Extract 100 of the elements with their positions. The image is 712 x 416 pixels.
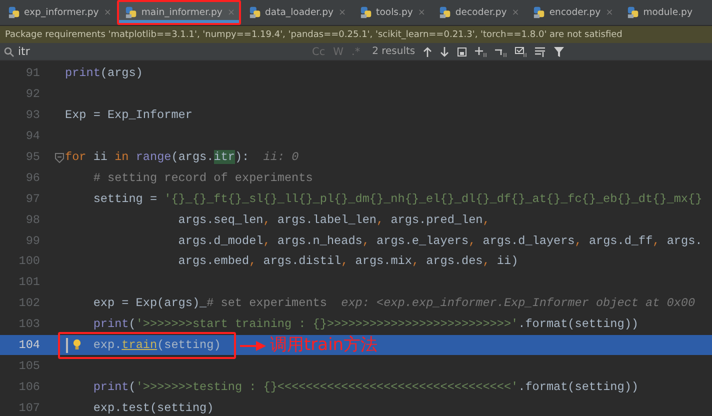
code-token: '>>>>>>>start training : {}>>>>>>>>>>>>>>>>>>>>>>>>>>'	[136, 317, 518, 332]
code-token: args.e_layers	[376, 234, 469, 248]
code-token: args.d_model	[178, 234, 264, 248]
code-token: in	[114, 150, 130, 164]
line-number: 107	[18, 400, 40, 415]
close-icon[interactable]: ×	[606, 8, 614, 18]
code-token: args.embed	[178, 254, 250, 268]
select-all-icon[interactable]	[457, 46, 468, 56]
code-token: ,	[468, 234, 477, 248]
code-token: '>>>>>>>testing : {}<<<<<<<<<<<<<<<<<<<<<<<<<<<<<<<<<'	[136, 380, 518, 394]
line-number: 106	[18, 380, 40, 394]
file-tab[interactable]: module.py	[619, 0, 698, 25]
code-token: train	[122, 338, 158, 352]
search-option[interactable]: .*	[352, 46, 360, 58]
lines-icon[interactable]	[535, 46, 546, 56]
down-arrow-icon[interactable]	[440, 46, 450, 56]
line-number: 98	[24, 212, 40, 227]
add-occurrence-icon[interactable]	[475, 46, 488, 56]
line-number: 103	[18, 317, 40, 332]
code-token: exp.test(setting)	[93, 400, 214, 415]
code-token: args.label_len	[277, 212, 377, 227]
code-token: args.d_layers	[482, 234, 575, 248]
code-token: args.	[666, 234, 702, 248]
search-field[interactable]: itr	[4, 45, 304, 58]
code-token: ,	[263, 234, 272, 248]
code-token: ,	[652, 234, 661, 248]
code-token: ,	[482, 212, 490, 227]
code-token: ,	[376, 212, 385, 227]
line-number: 94	[24, 129, 40, 144]
python-file-icon	[360, 6, 374, 19]
lightbulb-icon[interactable]	[73, 338, 81, 351]
code-token: ii)	[496, 254, 518, 268]
code-token: ,	[482, 254, 491, 268]
code-token: (	[128, 380, 136, 394]
code-token: ii	[93, 150, 108, 164]
code-token: args.seq_len	[178, 212, 264, 227]
code-token: range	[136, 150, 172, 164]
line-number: 91	[24, 66, 40, 80]
annotation-text: 调用train方法	[270, 334, 378, 356]
close-icon[interactable]: ×	[104, 8, 112, 18]
code-token: ,	[362, 234, 370, 248]
code-token: ,	[263, 212, 272, 227]
code-token: ,	[341, 254, 350, 268]
code-token: .format(setting))	[518, 380, 638, 394]
line-number: 95	[24, 150, 40, 164]
code-token: args.n_heads	[277, 234, 362, 248]
code-token: print	[93, 380, 129, 394]
code-token: print	[65, 66, 100, 80]
code-token: (args)	[100, 66, 143, 80]
close-icon[interactable]: ×	[338, 8, 346, 18]
annotation-arrow	[240, 340, 266, 351]
code-token: .format(setting))	[518, 317, 638, 332]
python-file-icon	[8, 6, 21, 19]
code-token: args.mix	[355, 254, 412, 268]
code-token: (	[128, 317, 136, 332]
code-token: setting =	[93, 192, 158, 206]
code-token: (args.	[171, 150, 214, 164]
check-list-icon[interactable]	[515, 46, 528, 56]
code-token: print	[93, 317, 129, 332]
text-caret	[66, 338, 68, 353]
line-number: 99	[24, 234, 40, 248]
python-file-icon	[533, 6, 546, 19]
line-number: 101	[18, 275, 40, 290]
line-number: 92	[24, 87, 40, 102]
python-file-icon	[627, 6, 640, 19]
close-icon[interactable]: ×	[227, 8, 235, 18]
code-token: ,	[249, 254, 258, 268]
file-tab[interactable]: main_informer.py ×	[117, 0, 241, 25]
code-token: ii: 0	[263, 150, 299, 164]
line-number: 105	[18, 358, 40, 373]
file-tab[interactable]: tools.py ×	[352, 0, 432, 25]
line-number: 96	[24, 170, 40, 185]
code-token: exp = Exp(args)_	[93, 296, 207, 310]
file-tab[interactable]: data_loader.py ×	[240, 0, 352, 25]
line-number: 100	[18, 254, 40, 268]
python-file-icon	[439, 6, 452, 19]
code-token: for	[65, 150, 88, 164]
code-token: ):	[234, 150, 250, 164]
code-token: args.d_ff	[588, 234, 653, 248]
up-arrow-icon[interactable]	[423, 46, 432, 56]
line-number: 97	[24, 192, 40, 206]
close-icon[interactable]: ×	[418, 8, 426, 18]
code-token: # setting record of experiments	[93, 170, 313, 185]
code-token: Exp = Exp_Informer	[65, 108, 192, 122]
code-token: exp: <exp.exp_informer.Exp_Informer object at 0x00	[341, 296, 696, 310]
file-tab[interactable]: exp_informer.py ×	[0, 0, 118, 25]
python-file-icon	[125, 6, 138, 19]
code-token: args.des	[426, 254, 483, 268]
remove-occurrence-icon[interactable]	[495, 46, 508, 56]
results-count: 2 results	[372, 46, 416, 57]
fold-icon[interactable]	[55, 152, 64, 163]
code-token: exp.	[93, 338, 122, 352]
close-icon[interactable]: ×	[512, 8, 520, 18]
line-number: 102	[18, 296, 40, 310]
file-tab[interactable]: decoder.py ×	[431, 0, 526, 25]
code-token: (setting)	[157, 338, 221, 352]
filter-icon[interactable]	[554, 46, 564, 56]
code-token: args.distil	[263, 254, 342, 268]
file-tab[interactable]: encoder.py ×	[525, 0, 620, 25]
code-token: # set experiments	[206, 296, 328, 310]
